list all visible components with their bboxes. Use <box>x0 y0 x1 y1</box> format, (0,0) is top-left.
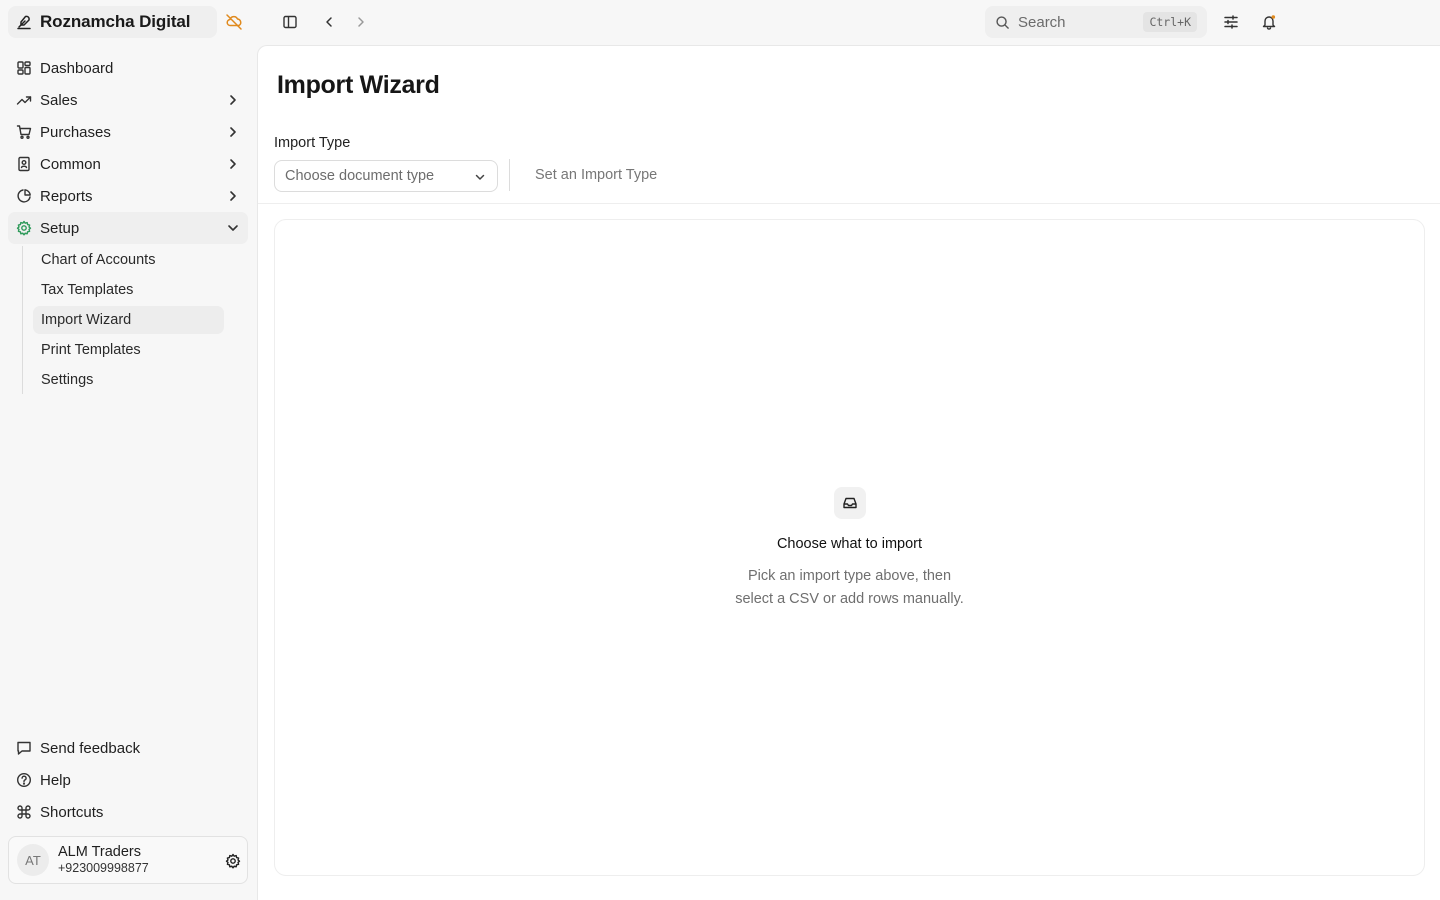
search-shortcut-badge: Ctrl+K <box>1143 12 1197 32</box>
app-title: Roznamcha Digital <box>40 12 191 31</box>
user-phone: +923009998877 <box>58 861 149 875</box>
sidebar-item-label: Send feedback <box>40 739 141 757</box>
search-icon <box>995 15 1010 30</box>
sidebar-item-purchases[interactable]: Purchases <box>8 116 248 148</box>
chevron-right-icon <box>226 157 240 171</box>
message-icon <box>16 740 32 756</box>
dashboard-icon <box>16 60 32 76</box>
page-title: Import Wizard <box>277 71 440 99</box>
sidebar-subitem-import-wizard[interactable]: Import Wizard <box>33 306 224 334</box>
top-bar: Search Ctrl+K <box>256 0 1440 44</box>
forward-arrow-icon[interactable] <box>354 14 368 30</box>
import-type-hint: Set an Import Type <box>535 167 658 183</box>
empty-state-line: Pick an import type above, then <box>747 568 952 584</box>
filters-sliders-icon[interactable] <box>1223 14 1239 30</box>
cloud-off-icon[interactable] <box>225 13 243 31</box>
empty-state-line: select a CSV or add rows manually. <box>735 591 964 607</box>
divider <box>509 159 510 191</box>
sidebar-item-sales[interactable]: Sales <box>8 84 248 116</box>
user-card[interactable]: AT ALM Traders +923009998877 <box>8 836 248 884</box>
sidebar-item-label: Common <box>40 155 101 173</box>
help-button[interactable]: Help <box>8 764 248 796</box>
setup-submenu: Chart of Accounts Tax Templates Import W… <box>22 246 224 394</box>
settings-gear-icon[interactable] <box>225 853 241 869</box>
empty-state-title: Choose what to import <box>776 536 923 552</box>
sidebar-subitem-settings[interactable]: Settings <box>33 366 224 394</box>
pie-chart-icon <box>16 188 32 204</box>
command-icon <box>16 804 32 820</box>
toggle-sidebar-icon[interactable] <box>282 14 298 30</box>
divider <box>258 203 1440 204</box>
chevron-right-icon <box>226 93 240 107</box>
notifications-bell-icon[interactable] <box>1261 14 1277 30</box>
cart-icon <box>16 124 32 140</box>
import-type-select[interactable]: Choose document type <box>274 160 498 192</box>
sidebar-item-label: Setup <box>40 219 80 237</box>
main-panel: Import Wizard Import Type Choose documen… <box>257 45 1440 900</box>
trending-up-icon <box>16 92 32 108</box>
book-icon <box>16 156 32 172</box>
import-type-label: Import Type <box>274 135 351 151</box>
help-icon <box>16 772 32 788</box>
feather-pen-icon <box>16 14 32 30</box>
sidebar-subitem-print-templates[interactable]: Print Templates <box>33 336 224 364</box>
sidebar-item-label: Help <box>40 771 71 789</box>
sidebar-item-label: Shortcuts <box>40 803 104 821</box>
empty-state-description: Pick an import type above, then select a… <box>275 565 1424 611</box>
sidebar-nav: Dashboard Sales Purchases Common Reports… <box>8 52 248 396</box>
sidebar-item-label: Reports <box>40 187 93 205</box>
sidebar-item-dashboard[interactable]: Dashboard <box>8 52 248 84</box>
search-placeholder: Search <box>1018 13 1066 31</box>
sidebar-item-label: Dashboard <box>40 59 114 77</box>
sidebar-footer-nav: Send feedback Help Shortcuts <box>8 732 248 828</box>
sidebar-item-setup[interactable]: Setup <box>8 212 248 244</box>
sidebar-item-label: Sales <box>40 91 78 109</box>
shortcuts-button[interactable]: Shortcuts <box>8 796 248 828</box>
sidebar-subitem-tax-templates[interactable]: Tax Templates <box>33 276 224 304</box>
send-feedback-button[interactable]: Send feedback <box>8 732 248 764</box>
app-switcher[interactable]: Roznamcha Digital <box>8 6 217 38</box>
chevron-down-icon <box>473 170 487 184</box>
sidebar-item-label: Purchases <box>40 123 111 141</box>
import-dropzone[interactable]: Choose what to import Pick an import typ… <box>274 219 1425 876</box>
back-arrow-icon[interactable] <box>322 14 336 30</box>
chevron-down-icon <box>226 221 240 235</box>
inbox-icon <box>833 487 866 519</box>
import-type-placeholder: Choose document type <box>285 168 435 184</box>
empty-state: Choose what to import Pick an import typ… <box>275 487 1424 611</box>
sidebar-item-reports[interactable]: Reports <box>8 180 248 212</box>
sidebar: Roznamcha Digital Dashboard Sales Purcha… <box>0 0 256 900</box>
user-name: ALM Traders <box>58 844 141 860</box>
chevron-right-icon <box>226 125 240 139</box>
chevron-right-icon <box>226 189 240 203</box>
search-input[interactable]: Search Ctrl+K <box>985 6 1207 38</box>
sidebar-item-common[interactable]: Common <box>8 148 248 180</box>
gear-icon <box>16 220 32 236</box>
avatar: AT <box>17 844 49 876</box>
sidebar-subitem-chart-of-accounts[interactable]: Chart of Accounts <box>33 246 224 274</box>
